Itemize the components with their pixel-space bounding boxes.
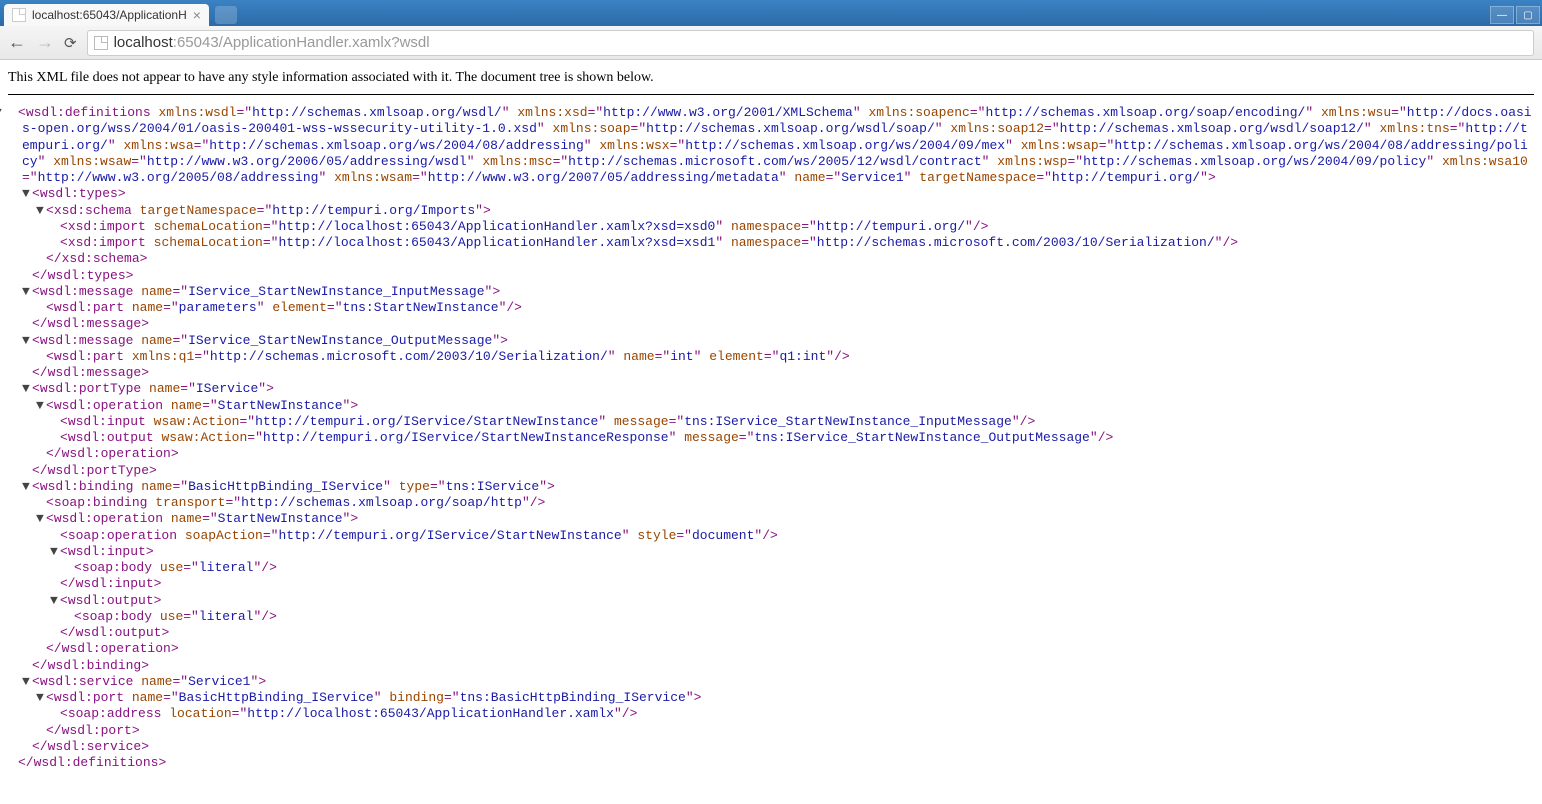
forward-button[interactable]: → <box>36 32 54 53</box>
xml-node: <wsdl:part xmlns:q1="http://schemas.micr… <box>8 349 1534 365</box>
reload-button[interactable]: ⟳ <box>64 34 77 52</box>
xml-node: ▼<wsdl:output> <box>8 593 1534 609</box>
browser-title-bar: localhost:65043/ApplicationH × — ▢ <box>0 0 1542 26</box>
tab-strip: localhost:65043/ApplicationH × <box>0 4 1490 26</box>
xml-node: </wsdl:binding> <box>8 658 1534 674</box>
toggle-icon[interactable]: ▼ <box>22 284 32 300</box>
toggle-icon[interactable]: ▼ <box>50 544 60 560</box>
xml-node: </wsdl:input> <box>8 576 1534 592</box>
browser-toolbar: ← → ⟳ localhost:65043/ApplicationHandler… <box>0 26 1542 60</box>
window-controls: — ▢ <box>1490 6 1542 26</box>
xml-node: ▼<wsdl:input> <box>8 544 1534 560</box>
address-bar[interactable]: localhost:65043/ApplicationHandler.xamlx… <box>87 30 1534 56</box>
toggle-icon[interactable]: ▼ <box>22 381 32 397</box>
url-text: localhost:65043/ApplicationHandler.xamlx… <box>114 34 430 51</box>
toggle-icon[interactable]: ▼ <box>22 186 32 202</box>
xml-node: </wsdl:output> <box>8 625 1534 641</box>
xml-node: ▼<wsdl:port name="BasicHttpBinding_IServ… <box>8 690 1534 706</box>
xml-node: ▼<wsdl:message name="IService_StartNewIn… <box>8 333 1534 349</box>
xml-root: ▼<wsdl:definitions xmlns:wsdl="http://sc… <box>8 105 1534 186</box>
back-button[interactable]: ← <box>8 32 26 53</box>
xml-node: </wsdl:message> <box>8 365 1534 381</box>
xml-node: ▼<wsdl:portType name="IService"> <box>8 381 1534 397</box>
xml-node: </wsdl:types> <box>8 268 1534 284</box>
xml-node: <soap:body use="literal"/> <box>8 609 1534 625</box>
xml-node: <wsdl:input wsaw:Action="http://tempuri.… <box>8 414 1534 430</box>
xml-node: </xsd:schema> <box>8 251 1534 267</box>
close-icon[interactable]: × <box>193 8 201 22</box>
xml-node: ▼<wsdl:message name="IService_StartNewIn… <box>8 284 1534 300</box>
xml-node: ▼<wsdl:service name="Service1"> <box>8 674 1534 690</box>
tab-title: localhost:65043/ApplicationH <box>32 8 187 22</box>
xml-node: <soap:address location="http://localhost… <box>8 706 1534 722</box>
toggle-icon[interactable]: ▼ <box>8 105 18 121</box>
page-content: This XML file does not appear to have an… <box>0 60 1542 781</box>
xml-node: ▼<wsdl:operation name="StartNewInstance"… <box>8 511 1534 527</box>
xml-node: ▼<wsdl:binding name="BasicHttpBinding_IS… <box>8 479 1534 495</box>
url-path: :65043/ApplicationHandler.xamlx?wsdl <box>173 34 430 51</box>
xml-node: </wsdl:portType> <box>8 463 1534 479</box>
xml-node: ▼<wsdl:types> <box>8 186 1534 202</box>
xml-node: <wsdl:part name="parameters" element="tn… <box>8 300 1534 316</box>
minimize-button[interactable]: — <box>1490 6 1514 24</box>
xml-node: ▼<wsdl:operation name="StartNewInstance"… <box>8 398 1534 414</box>
toggle-icon[interactable]: ▼ <box>22 479 32 495</box>
xml-node: <xsd:import schemaLocation="http://local… <box>8 235 1534 251</box>
xml-info-message: This XML file does not appear to have an… <box>8 70 1534 95</box>
xml-node: <xsd:import schemaLocation="http://local… <box>8 219 1534 235</box>
toggle-icon[interactable]: ▼ <box>36 511 46 527</box>
xml-node: <wsdl:output wsaw:Action="http://tempuri… <box>8 430 1534 446</box>
xml-node: </wsdl:operation> <box>8 446 1534 462</box>
xml-node: </wsdl:operation> <box>8 641 1534 657</box>
toggle-icon[interactable]: ▼ <box>36 690 46 706</box>
xml-node: <soap:operation soapAction="http://tempu… <box>8 528 1534 544</box>
maximize-button[interactable]: ▢ <box>1516 6 1540 24</box>
page-icon <box>94 36 108 50</box>
xml-node: </wsdl:message> <box>8 316 1534 332</box>
toggle-icon[interactable]: ▼ <box>36 398 46 414</box>
url-host: localhost <box>114 34 173 51</box>
toggle-icon[interactable]: ▼ <box>36 203 46 219</box>
xml-node: </wsdl:service> <box>8 739 1534 755</box>
page-icon <box>12 8 26 22</box>
xml-node: </wsdl:definitions> <box>8 755 1534 771</box>
xml-tree: ▼<wsdl:definitions xmlns:wsdl="http://sc… <box>8 105 1534 771</box>
xml-node: <soap:body use="literal"/> <box>8 560 1534 576</box>
toggle-icon[interactable]: ▼ <box>22 674 32 690</box>
toggle-icon[interactable]: ▼ <box>22 333 32 349</box>
xml-node: <soap:binding transport="http://schemas.… <box>8 495 1534 511</box>
toggle-icon[interactable]: ▼ <box>50 593 60 609</box>
xml-node: </wsdl:port> <box>8 723 1534 739</box>
new-tab-button[interactable] <box>215 6 237 24</box>
xml-node: ▼<xsd:schema targetNamespace="http://tem… <box>8 203 1534 219</box>
browser-tab[interactable]: localhost:65043/ApplicationH × <box>4 4 209 26</box>
